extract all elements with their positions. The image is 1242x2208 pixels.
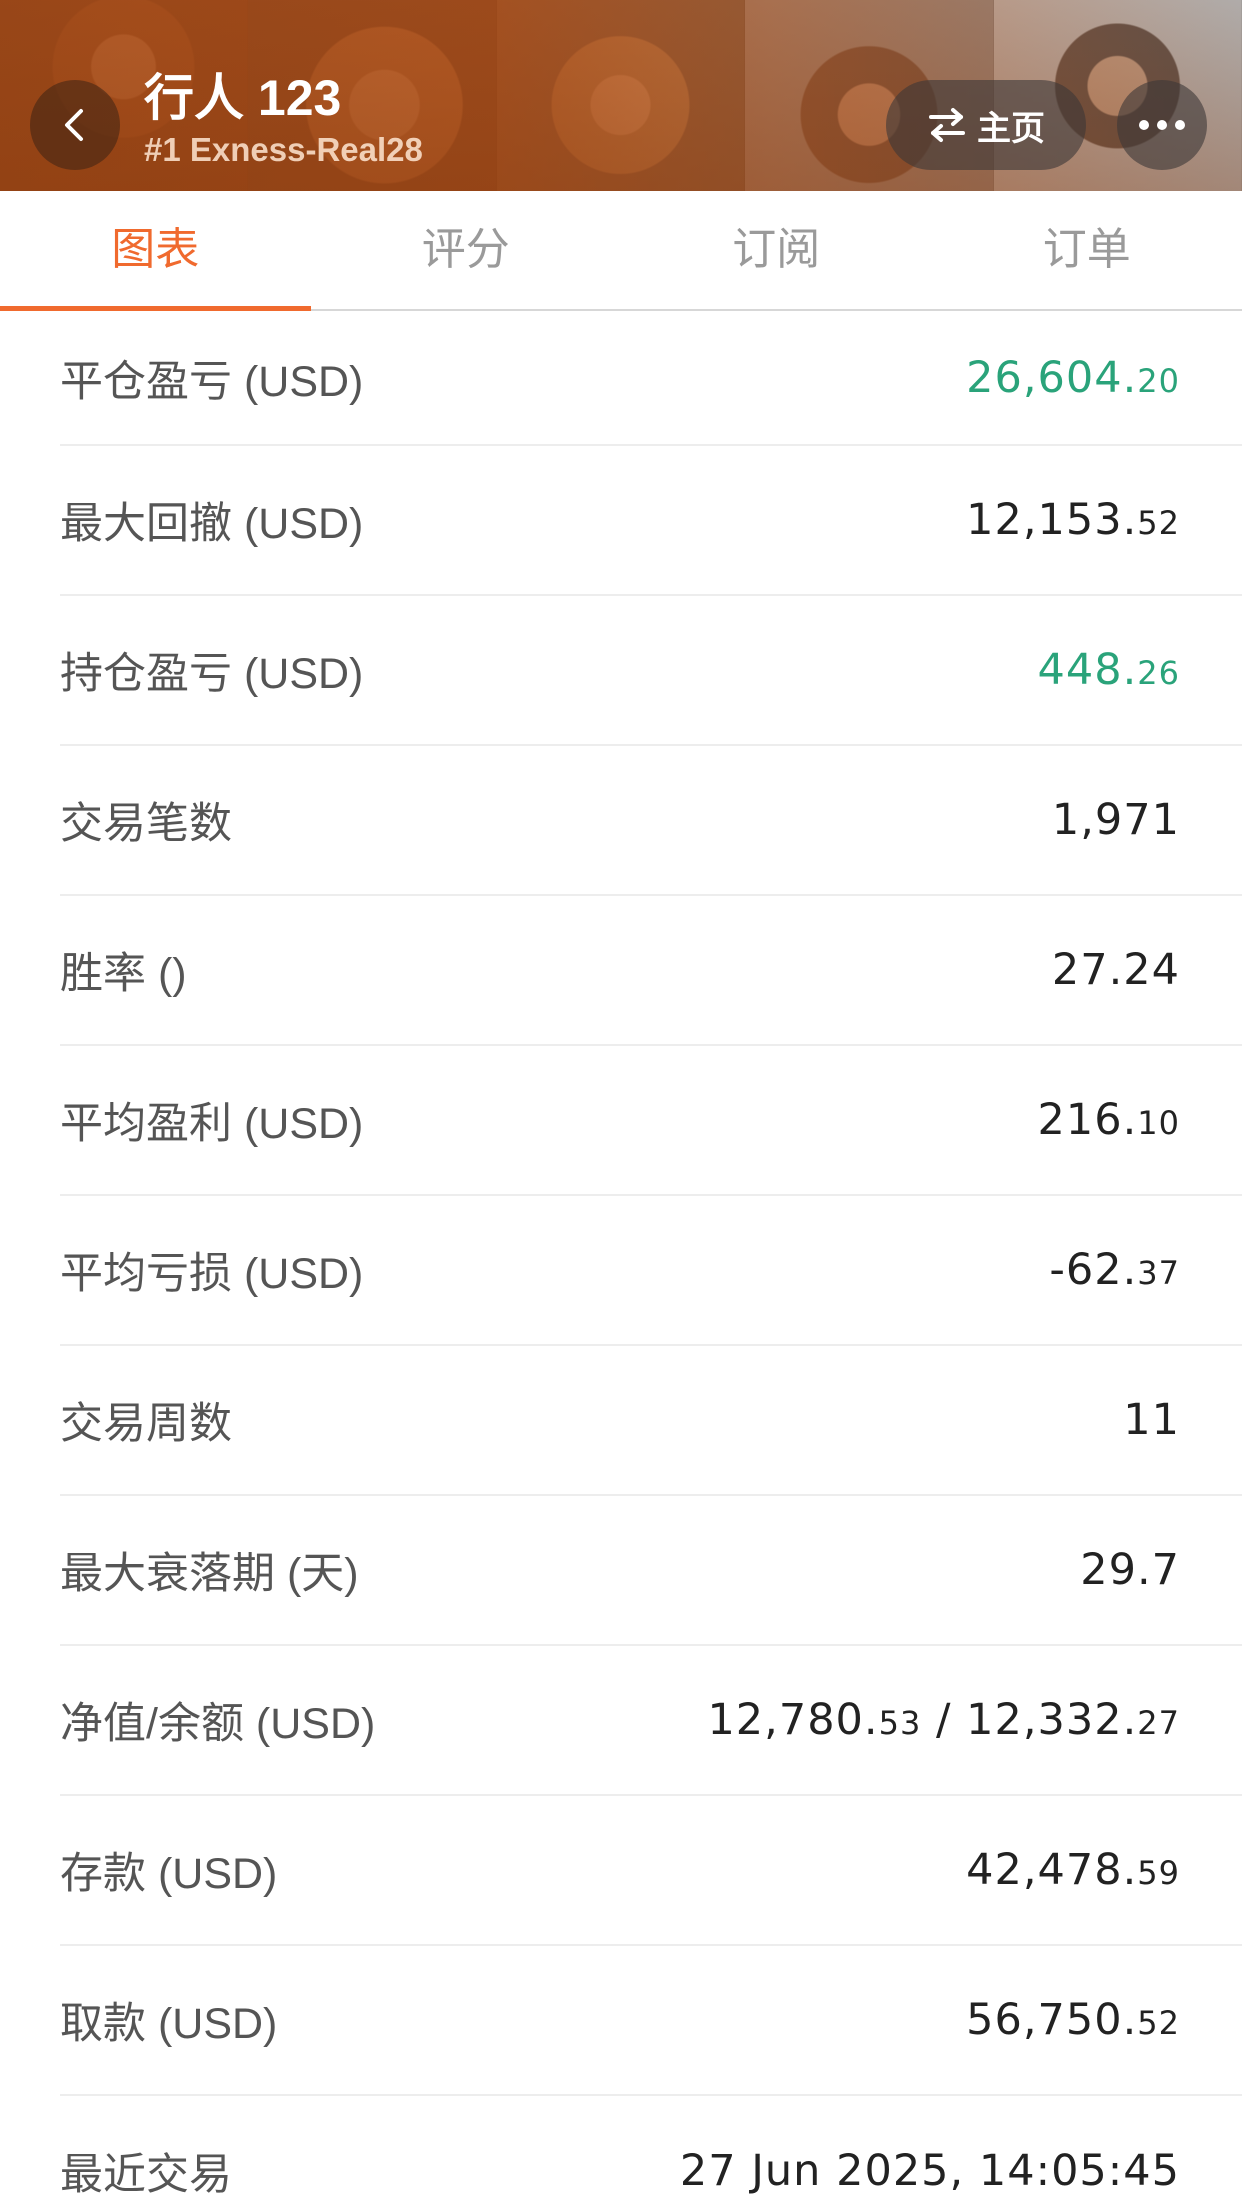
stat-row-avg-loss: 平均亏损 (USD) -62. 37 xyxy=(60,1196,1242,1346)
tab-subscribe[interactable]: 订阅 xyxy=(621,191,932,309)
stat-label: 交易周数 xyxy=(60,1400,232,1448)
tab-bar: 图表 评分 订阅 订单 xyxy=(0,191,1242,311)
stat-label: 交易笔数 xyxy=(60,800,232,848)
stat-label: 取款 (USD) xyxy=(60,2000,278,2048)
stat-row-trading-weeks: 交易周数 11 xyxy=(60,1346,1242,1496)
stat-label: 胜率 () xyxy=(60,950,187,998)
stat-label: 持仓盈亏 (USD) xyxy=(60,650,364,698)
stat-row-avg-profit: 平均盈利 (USD) 216. 10 xyxy=(60,1046,1242,1196)
home-button-label: 主页 xyxy=(977,109,1045,148)
stat-row-closed-pnl: 平仓盈亏 (USD) 26,604. 20 xyxy=(60,311,1242,446)
stat-value: 448. 26 xyxy=(1037,645,1180,695)
stat-label: 最大衰落期 (天) xyxy=(60,1550,359,1598)
stat-value: 56,750. 52 xyxy=(966,1995,1180,2045)
stat-value: 12,780. 53 / 12,332. 27 xyxy=(707,1695,1180,1745)
chevron-left-icon xyxy=(65,109,83,141)
stat-row-deposits: 存款 (USD) 42,478. 59 xyxy=(60,1796,1242,1946)
tab-orders[interactable]: 订单 xyxy=(932,191,1242,309)
stat-row-max-drawdown: 最大回撤 (USD) 12,153. 52 xyxy=(60,446,1242,596)
stat-value: 12,153. 52 xyxy=(966,495,1180,545)
stat-value: 27.24 xyxy=(1051,945,1180,995)
stat-row-max-decline-period: 最大衰落期 (天) 29.7 xyxy=(60,1496,1242,1646)
back-button[interactable] xyxy=(30,80,120,170)
stat-value: 11 xyxy=(1123,1395,1180,1445)
stat-value: 26,604. 20 xyxy=(966,352,1180,403)
page-title: 行人 123 xyxy=(144,70,342,126)
home-button[interactable]: 主页 xyxy=(886,80,1086,170)
stat-row-win-rate: 胜率 () 27.24 xyxy=(60,896,1242,1046)
profile-header: 行人 123 #1 Exness-Real28 主页 xyxy=(0,0,1242,191)
stat-value: 42,478. 59 xyxy=(966,1845,1180,1895)
tab-rating[interactable]: 评分 xyxy=(311,191,622,309)
stat-row-last-trade: 最近交易 27 Jun 2025, 14:05:45 xyxy=(60,2096,1242,2208)
stat-label: 平均盈利 (USD) xyxy=(60,1100,364,1148)
stat-value: 27 Jun 2025, 14:05:45 xyxy=(679,2146,1180,2196)
stats-list: 平仓盈亏 (USD) 26,604. 20 最大回撤 (USD) 12,153. 5… xyxy=(0,311,1242,2208)
stat-label: 存款 (USD) xyxy=(60,1850,278,1898)
stat-row-withdrawals: 取款 (USD) 56,750. 52 xyxy=(60,1946,1242,2096)
stat-label: 最近交易 xyxy=(60,2151,232,2199)
stat-label: 净值/余额 (USD) xyxy=(60,1700,376,1748)
stat-value: -62. 37 xyxy=(1049,1245,1180,1295)
stat-row-equity-balance: 净值/余额 (USD) 12,780. 53 / 12,332. 27 xyxy=(60,1646,1242,1796)
stat-row-open-pnl: 持仓盈亏 (USD) 448. 26 xyxy=(60,596,1242,746)
account-subtitle: #1 Exness-Real28 xyxy=(144,131,423,168)
stat-value: 29.7 xyxy=(1080,1545,1180,1595)
stat-row-trade-count: 交易笔数 1,971 xyxy=(60,746,1242,896)
more-button[interactable] xyxy=(1117,80,1207,170)
stat-value: 1,971 xyxy=(1051,795,1180,845)
stat-value: 216. 10 xyxy=(1037,1095,1180,1145)
stat-label: 平均亏损 (USD) xyxy=(60,1250,364,1298)
stat-label: 平仓盈亏 (USD) xyxy=(60,357,364,406)
more-dots-icon xyxy=(1139,120,1185,130)
tab-chart[interactable]: 图表 xyxy=(0,191,311,311)
stat-label: 最大回撤 (USD) xyxy=(60,500,364,548)
swap-arrows-icon xyxy=(929,108,965,142)
